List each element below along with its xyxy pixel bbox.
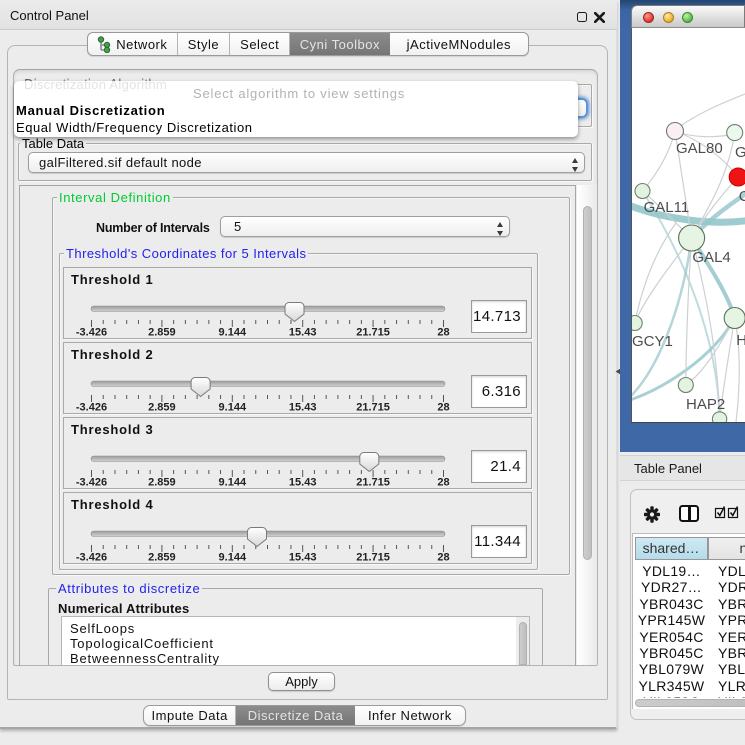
svg-text:28: 28 — [437, 402, 449, 414]
svg-text:-3.426: -3.426 — [76, 477, 107, 489]
svg-text:9.144: 9.144 — [219, 477, 247, 489]
svg-text:21.715: 21.715 — [356, 477, 390, 489]
svg-text:28: 28 — [437, 477, 449, 489]
svg-text:15.43: 15.43 — [289, 327, 317, 339]
svg-text:CR: CR — [739, 188, 745, 205]
svg-text:28: 28 — [437, 552, 449, 564]
svg-text:15.43: 15.43 — [289, 477, 317, 489]
svg-text:2.859: 2.859 — [148, 402, 176, 414]
svg-text:15.43: 15.43 — [289, 402, 317, 414]
svg-text:2.859: 2.859 — [148, 327, 176, 339]
svg-text:GAL80: GAL80 — [676, 140, 723, 157]
svg-text:-3.426: -3.426 — [76, 327, 107, 339]
svg-text:21.715: 21.715 — [356, 402, 390, 414]
svg-text:GAL11: GAL11 — [644, 199, 690, 216]
svg-text:HI: HI — [736, 332, 745, 349]
svg-text:HAP2: HAP2 — [686, 396, 725, 413]
svg-text:15.43: 15.43 — [289, 552, 317, 564]
svg-text:9.144: 9.144 — [219, 402, 247, 414]
svg-text:2.859: 2.859 — [148, 477, 176, 489]
svg-text:9.144: 9.144 — [219, 327, 247, 339]
svg-text:2.859: 2.859 — [148, 552, 176, 564]
svg-text:21.715: 21.715 — [356, 552, 390, 564]
svg-text:-3.426: -3.426 — [76, 552, 107, 564]
svg-text:21.715: 21.715 — [356, 327, 390, 339]
svg-text:28: 28 — [437, 327, 449, 339]
svg-text:9.144: 9.144 — [219, 552, 247, 564]
svg-text:GAL4: GAL4 — [692, 249, 730, 266]
svg-text:GA: GA — [735, 144, 745, 161]
svg-text:GCY1: GCY1 — [632, 333, 673, 350]
svg-text:-3.426: -3.426 — [76, 402, 107, 414]
